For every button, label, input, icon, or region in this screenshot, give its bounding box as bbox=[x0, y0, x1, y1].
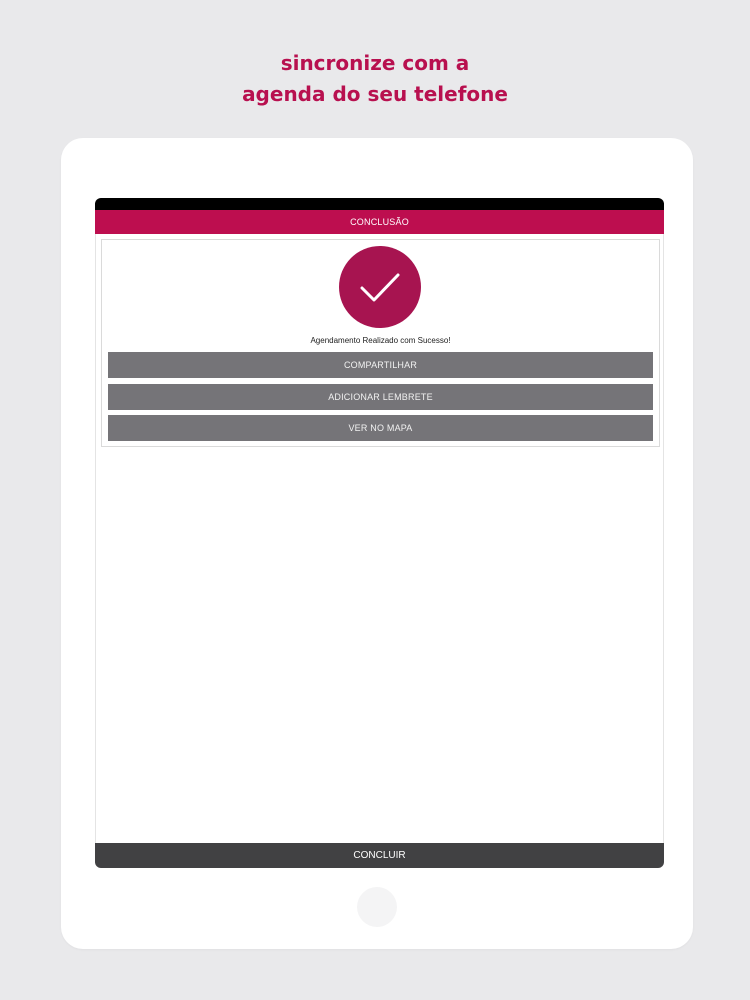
view-on-map-button[interactable]: VER NO MAPA bbox=[108, 415, 653, 441]
app-header-title: CONCLUSÃO bbox=[95, 210, 664, 234]
tablet-frame: CONCLUSÃO Agendamento Realizado com Suce… bbox=[61, 138, 693, 949]
status-bar bbox=[95, 198, 664, 210]
content-area: Agendamento Realizado com Sucesso! COMPA… bbox=[95, 234, 664, 843]
conclude-button[interactable]: CONCLUIR bbox=[95, 843, 664, 868]
share-button[interactable]: COMPARTILHAR bbox=[108, 352, 653, 378]
promo-headline: sincronize com a agenda do seu telefone bbox=[0, 48, 750, 110]
app-screen: CONCLUSÃO Agendamento Realizado com Suce… bbox=[95, 198, 664, 868]
success-card: Agendamento Realizado com Sucesso! COMPA… bbox=[101, 239, 660, 447]
check-icon bbox=[360, 273, 400, 302]
success-check-badge bbox=[339, 246, 421, 328]
promo-headline-line-2: agenda do seu telefone bbox=[242, 82, 508, 106]
tablet-home-button[interactable] bbox=[357, 887, 397, 927]
promo-headline-line-1: sincronize com a bbox=[280, 51, 470, 75]
add-reminder-button[interactable]: ADICIONAR LEMBRETE bbox=[108, 384, 653, 410]
success-message: Agendamento Realizado com Sucesso! bbox=[310, 336, 451, 345]
